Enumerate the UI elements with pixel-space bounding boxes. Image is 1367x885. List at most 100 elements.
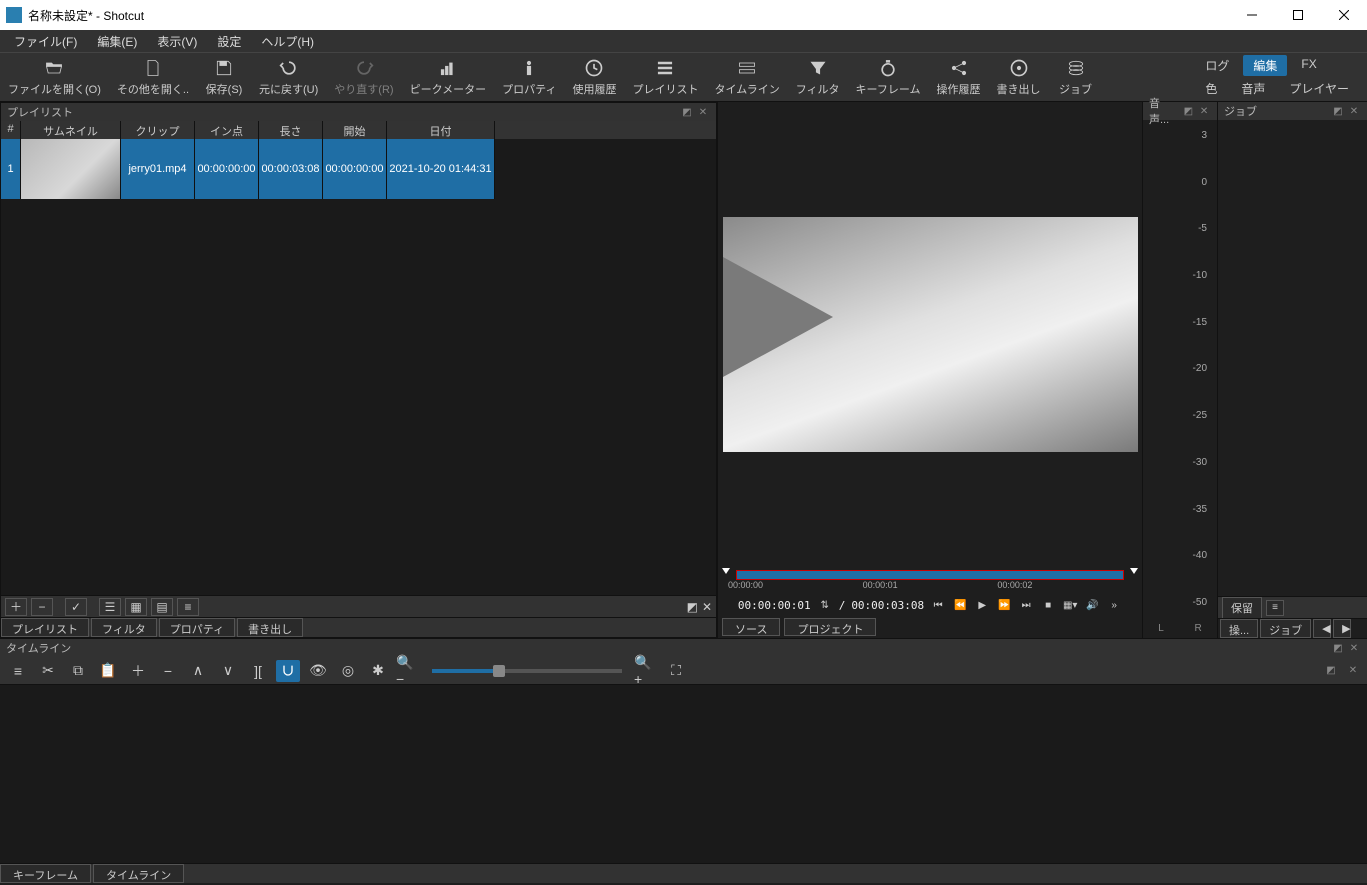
pl-detail-view-button[interactable]: ▤ xyxy=(151,598,173,616)
undock-icon[interactable]: ◩ xyxy=(680,105,694,119)
tl-append-button[interactable]: ＋ xyxy=(126,660,150,682)
col-index[interactable]: # xyxy=(1,121,21,139)
timeline-undock-icon[interactable]: ◩ xyxy=(1331,641,1345,655)
tl-cut-button[interactable]: ✂ xyxy=(36,660,60,682)
tab-filter[interactable]: フィルタ xyxy=(91,618,157,637)
tl-scrub-button[interactable]: 👁 xyxy=(306,660,330,682)
menu-view[interactable]: 表示(V) xyxy=(147,31,207,52)
tl-undock-icon[interactable]: ◩ xyxy=(1323,665,1339,676)
tab-project[interactable]: プロジェクト xyxy=(784,618,876,636)
layout-log[interactable]: ログ xyxy=(1195,55,1239,76)
forward-button[interactable]: ⏩ xyxy=(996,597,1012,613)
tl-zoom-slider[interactable] xyxy=(432,669,622,673)
tab-source[interactable]: ソース xyxy=(722,618,780,636)
tl-lift-button[interactable]: ∧ xyxy=(186,660,210,682)
tl-paste-button[interactable]: 📋 xyxy=(96,660,120,682)
preview-canvas[interactable] xyxy=(718,102,1142,566)
tab-playlist[interactable]: プレイリスト xyxy=(1,618,89,637)
scrubber-track[interactable] xyxy=(736,570,1124,580)
menu-settings[interactable]: 設定 xyxy=(207,31,251,52)
pl-list-view-button[interactable]: ☰ xyxy=(99,598,121,616)
jobs-menu-button[interactable]: ≡ xyxy=(1266,600,1284,616)
jobs-tab-prev[interactable]: ◀ xyxy=(1313,619,1331,638)
peak-meter-button[interactable]: ピークメーター xyxy=(402,53,495,101)
audio-undock-icon[interactable]: ◩ xyxy=(1182,104,1196,118)
tl-copy-button[interactable]: ⧉ xyxy=(66,660,90,682)
timecode-current[interactable]: 00:00:00:01 xyxy=(738,599,811,612)
grid-button[interactable]: ▦▾ xyxy=(1062,597,1078,613)
jobs-tab-next[interactable]: ▶ xyxy=(1333,619,1351,638)
op-history-button[interactable]: 操作履歴 xyxy=(929,53,989,101)
pl-remove-button[interactable]: − xyxy=(31,598,53,616)
pl-add-button[interactable]: ＋ xyxy=(5,598,27,616)
maximize-button[interactable] xyxy=(1275,0,1321,30)
jobs-button[interactable]: ジョブ xyxy=(1049,53,1103,101)
timeline-tracks[interactable] xyxy=(0,685,1367,863)
pl-grid-view-button[interactable]: ▦ xyxy=(125,598,147,616)
volume-button[interactable]: 🔊 xyxy=(1084,597,1100,613)
tl-menu-button[interactable]: ≡ xyxy=(6,660,30,682)
undo-button[interactable]: 元に戻す(U) xyxy=(251,53,326,101)
tl-snap-button[interactable] xyxy=(276,660,300,682)
minimize-button[interactable] xyxy=(1229,0,1275,30)
pl-undock-icon[interactable]: ◩ xyxy=(687,600,698,614)
redo-button[interactable]: やり直す(R) xyxy=(326,53,401,101)
jobs-tab-jobs[interactable]: ジョブ xyxy=(1260,619,1311,638)
tab-timeline[interactable]: タイムライン xyxy=(93,864,184,883)
timeline-close-icon[interactable]: ✕ xyxy=(1347,641,1361,655)
pl-menu-button[interactable]: ≡ xyxy=(177,598,199,616)
tab-keyframe[interactable]: キーフレーム xyxy=(0,864,91,883)
skip-end-button[interactable]: ⏭ xyxy=(1018,597,1034,613)
col-length[interactable]: 長さ xyxy=(259,121,323,139)
more-button[interactable]: » xyxy=(1106,597,1122,613)
tl-zoom-fit-button[interactable]: ⛶ xyxy=(664,660,688,682)
tl-ripple-button[interactable]: ◎ xyxy=(336,660,360,682)
audio-close-icon[interactable]: ✕ xyxy=(1197,104,1211,118)
tl-remove-button[interactable]: − xyxy=(156,660,180,682)
out-marker-icon[interactable] xyxy=(1130,568,1138,574)
layout-audio[interactable]: 音声 xyxy=(1231,78,1275,99)
col-thumbnail[interactable]: サムネイル xyxy=(21,121,121,139)
tl-zoom-out-button[interactable]: 🔍− xyxy=(396,660,420,682)
layout-player[interactable]: プレイヤー xyxy=(1279,78,1359,99)
tl-zoom-in-button[interactable]: 🔍+ xyxy=(634,660,658,682)
keyframe-button[interactable]: キーフレーム xyxy=(848,53,929,101)
tl-ripple-all-button[interactable]: ✱ xyxy=(366,660,390,682)
menu-help[interactable]: ヘルプ(H) xyxy=(251,31,324,52)
timeline-button[interactable]: タイムライン xyxy=(706,53,787,101)
filter-button[interactable]: フィルタ xyxy=(788,53,848,101)
pl-close-icon[interactable]: ✕ xyxy=(702,600,712,614)
open-other-button[interactable]: その他を開く.. xyxy=(109,53,197,101)
open-file-button[interactable]: ファイルを開く(O) xyxy=(0,53,109,101)
layout-color[interactable]: 色 xyxy=(1195,78,1227,99)
in-marker-icon[interactable] xyxy=(722,568,730,574)
save-button[interactable]: 保存(S) xyxy=(197,53,251,101)
spinner-icon[interactable]: ⇅ xyxy=(817,597,833,613)
jobs-undock-icon[interactable]: ◩ xyxy=(1331,104,1345,118)
stop-button[interactable]: ■ xyxy=(1040,597,1056,613)
layout-edit[interactable]: 編集 xyxy=(1243,55,1287,76)
playlist-row[interactable]: 1 jerry01.mp4 00:00:00:00 00:00:03:08 00… xyxy=(1,139,716,199)
jobs-tab-op[interactable]: 操... xyxy=(1220,619,1258,638)
play-button[interactable]: ▶ xyxy=(974,597,990,613)
col-date[interactable]: 日付 xyxy=(387,121,495,139)
tl-split-button[interactable]: ][ xyxy=(246,660,270,682)
tab-export[interactable]: 書き出し xyxy=(237,618,303,637)
tl-close-icon[interactable]: ✕ xyxy=(1345,665,1361,676)
close-panel-icon[interactable]: ✕ xyxy=(696,105,710,119)
menu-file[interactable]: ファイル(F) xyxy=(4,31,87,52)
playlist-button[interactable]: プレイリスト xyxy=(624,53,706,101)
close-button[interactable] xyxy=(1321,0,1367,30)
layout-fx[interactable]: FX xyxy=(1291,55,1326,76)
export-button[interactable]: 書き出し xyxy=(989,53,1049,101)
jobs-hold-button[interactable]: 保留 xyxy=(1222,597,1262,619)
tl-overwrite-button[interactable]: ∨ xyxy=(216,660,240,682)
col-start[interactable]: 開始 xyxy=(323,121,387,139)
jobs-close-icon[interactable]: ✕ xyxy=(1347,104,1361,118)
pl-check-button[interactable]: ✓ xyxy=(65,598,87,616)
col-clip[interactable]: クリップ xyxy=(121,121,195,139)
menu-edit[interactable]: 編集(E) xyxy=(87,31,147,52)
skip-start-button[interactable]: ⏮ xyxy=(930,597,946,613)
col-in[interactable]: イン点 xyxy=(195,121,259,139)
preview-scrubber[interactable]: 00:00:00 00:00:01 00:00:02 xyxy=(718,566,1142,594)
